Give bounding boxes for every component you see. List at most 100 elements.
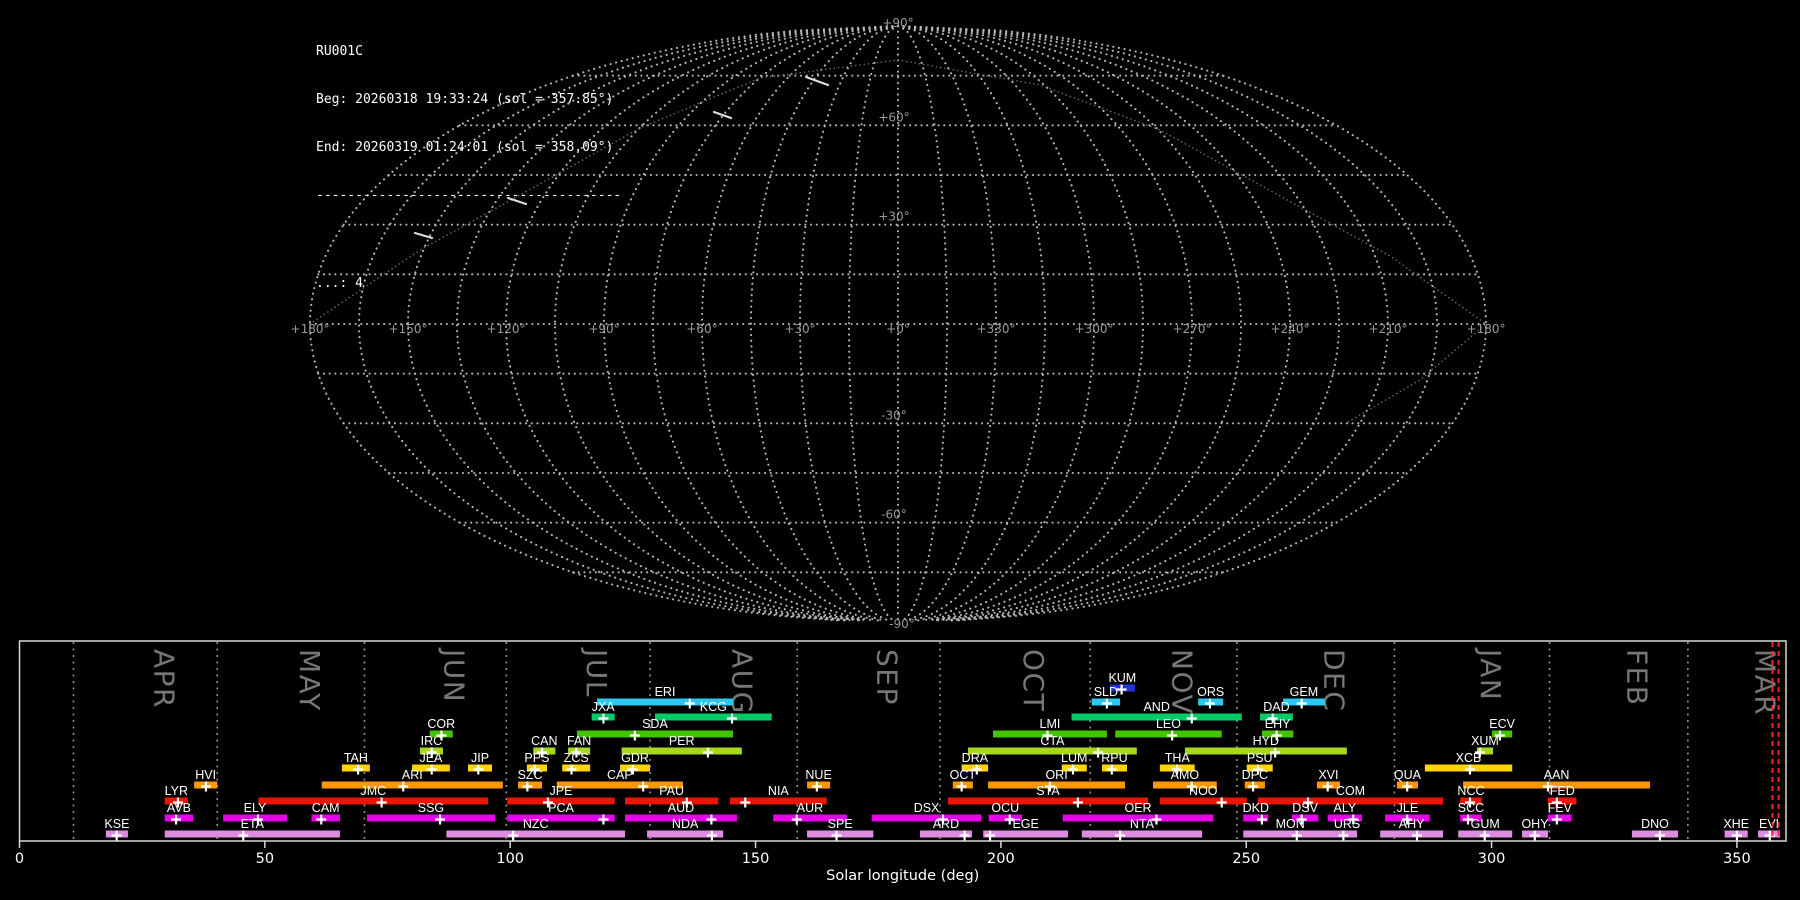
shower-label-OCT: OCT bbox=[950, 768, 977, 782]
latitude-label: -60° bbox=[881, 508, 907, 522]
shower-label-XHE: XHE bbox=[1723, 817, 1749, 831]
station-id: RU001C bbox=[316, 44, 363, 59]
shower-label-PSU: PSU bbox=[1247, 751, 1273, 765]
end-time-line: End: 20260319 01:24:01 (sol = 358.09°) bbox=[316, 140, 614, 155]
longitude-label: +150° bbox=[389, 322, 428, 336]
shower-bar-KCG bbox=[654, 713, 772, 721]
shower-label-SCC: SCC bbox=[1458, 801, 1484, 815]
shower-bar-DSX bbox=[871, 814, 982, 822]
shower-bar-AHY bbox=[1380, 830, 1444, 838]
shower-bar-STA bbox=[947, 797, 1149, 805]
shower-label-DNO: DNO bbox=[1641, 817, 1669, 831]
shower-label-XUM: XUM bbox=[1471, 734, 1499, 748]
longitude-label: +90° bbox=[588, 322, 619, 336]
longitude-label: +240° bbox=[1271, 322, 1310, 336]
shower-label-HYD: HYD bbox=[1253, 734, 1279, 748]
pole-label-north: +90° bbox=[882, 16, 913, 30]
shower-label-SZC: SZC bbox=[518, 768, 543, 782]
x-axis-tick-label: 150 bbox=[742, 851, 770, 867]
shower-label-RPU: RPU bbox=[1101, 751, 1127, 765]
shower-label-JXA: JXA bbox=[592, 700, 616, 714]
shower-label-AUD: AUD bbox=[668, 801, 694, 815]
shower-label-ORS: ORS bbox=[1197, 685, 1224, 699]
shower-label-ERI: ERI bbox=[655, 685, 676, 699]
month-label-jun: JUN bbox=[437, 647, 470, 703]
shower-label-FED: FED bbox=[1550, 784, 1575, 798]
month-label-feb: FEB bbox=[1621, 649, 1654, 707]
shower-bar-SSG bbox=[366, 814, 495, 822]
x-axis-tick-label: 0 bbox=[15, 851, 24, 867]
shower-label-DAD: DAD bbox=[1263, 700, 1289, 714]
shower-label-AMO: AMO bbox=[1171, 768, 1200, 782]
month-label-apr: APR bbox=[147, 649, 180, 709]
shower-label-LUM: LUM bbox=[1061, 751, 1087, 765]
shower-label-CAP: CAP bbox=[607, 768, 633, 782]
shower-label-SDA: SDA bbox=[642, 717, 668, 731]
shower-label-GDR: GDR bbox=[621, 751, 649, 765]
shower-label-OCU: OCU bbox=[991, 801, 1019, 815]
month-label-jul: JUL bbox=[580, 647, 613, 698]
latitude-label: +60° bbox=[878, 110, 909, 124]
longitude-label: +180° bbox=[291, 322, 330, 336]
shower-label-NOO: NOO bbox=[1189, 784, 1218, 798]
shower-label-THA: THA bbox=[1165, 751, 1191, 765]
shower-bar-ETA bbox=[164, 830, 340, 838]
shower-label-PCA: PCA bbox=[548, 801, 574, 815]
longitude-label: +120° bbox=[487, 322, 526, 336]
shower-label-FAN: FAN bbox=[567, 734, 591, 748]
shower-label-ELY: ELY bbox=[244, 801, 267, 815]
x-axis-tick-label: 350 bbox=[1723, 851, 1751, 867]
shower-label-ALY: ALY bbox=[1334, 801, 1357, 815]
shower-label-AHY: AHY bbox=[1399, 817, 1425, 831]
shower-label-EVI: EVI bbox=[1759, 817, 1779, 831]
longitude-label: +270° bbox=[1173, 322, 1212, 336]
shower-label-NUE: NUE bbox=[805, 768, 831, 782]
shower-label-CTA: CTA bbox=[1040, 734, 1065, 748]
shower-label-FEV: FEV bbox=[1548, 801, 1573, 815]
shower-label-NIA: NIA bbox=[768, 784, 790, 798]
shower-label-JEA: JEA bbox=[419, 751, 443, 765]
shower-label-ORI: ORI bbox=[1045, 768, 1067, 782]
shower-label-KSE: KSE bbox=[104, 817, 129, 831]
shower-label-CAM: CAM bbox=[312, 801, 340, 815]
x-axis-tick-label: 200 bbox=[987, 851, 1015, 867]
month-label-oct: OCT bbox=[1017, 649, 1050, 712]
shower-label-EHY: EHY bbox=[1265, 717, 1291, 731]
shower-label-LEO: LEO bbox=[1156, 717, 1181, 731]
x-axis-title: Solar longitude (deg) bbox=[826, 868, 979, 884]
longitude-label: +60° bbox=[686, 322, 717, 336]
shower-label-ECV: ECV bbox=[1489, 717, 1515, 731]
longitude-label: +330° bbox=[977, 322, 1016, 336]
shower-label-GUM: GUM bbox=[1471, 817, 1500, 831]
month-label-sep: SEP bbox=[871, 649, 904, 706]
shower-label-NZC: NZC bbox=[523, 817, 549, 831]
shower-label-STA: STA bbox=[1036, 784, 1060, 798]
shower-label-JIP: JIP bbox=[471, 751, 489, 765]
shower-label-IRC: IRC bbox=[421, 734, 443, 748]
shower-label-AVB: AVB bbox=[167, 801, 191, 815]
shower-label-DKD: DKD bbox=[1243, 801, 1269, 815]
latitude-label: -30° bbox=[881, 408, 907, 422]
shower-label-NDA: NDA bbox=[672, 817, 699, 831]
shower-label-SLD: SLD bbox=[1094, 685, 1118, 699]
shower-label-TAH: TAH bbox=[344, 751, 368, 765]
shower-label-EGE: EGE bbox=[1012, 817, 1038, 831]
month-label-jan: JAN bbox=[1474, 647, 1507, 701]
longitude-label: +30° bbox=[784, 322, 815, 336]
shower-label-XVI: XVI bbox=[1318, 768, 1338, 782]
shower-label-KUM: KUM bbox=[1108, 671, 1136, 685]
shower-label-PER: PER bbox=[669, 734, 695, 748]
latitude-label: +30° bbox=[878, 210, 909, 224]
shower-label-AUR: AUR bbox=[797, 801, 823, 815]
x-axis-tick-label: 100 bbox=[496, 851, 524, 867]
pole-label-south: -90° bbox=[889, 617, 915, 631]
shower-label-AND: AND bbox=[1143, 700, 1169, 714]
shower-bar-NZC bbox=[446, 830, 626, 838]
shower-bar-MON bbox=[1243, 830, 1338, 838]
month-label-mar: MAR bbox=[1749, 649, 1782, 716]
x-axis-tick-label: 300 bbox=[1478, 851, 1506, 867]
shower-label-DSV: DSV bbox=[1292, 801, 1318, 815]
shower-label-SSG: SSG bbox=[418, 801, 444, 815]
shower-bar-SDA bbox=[576, 730, 733, 738]
shower-label-ARD: ARD bbox=[933, 817, 959, 831]
